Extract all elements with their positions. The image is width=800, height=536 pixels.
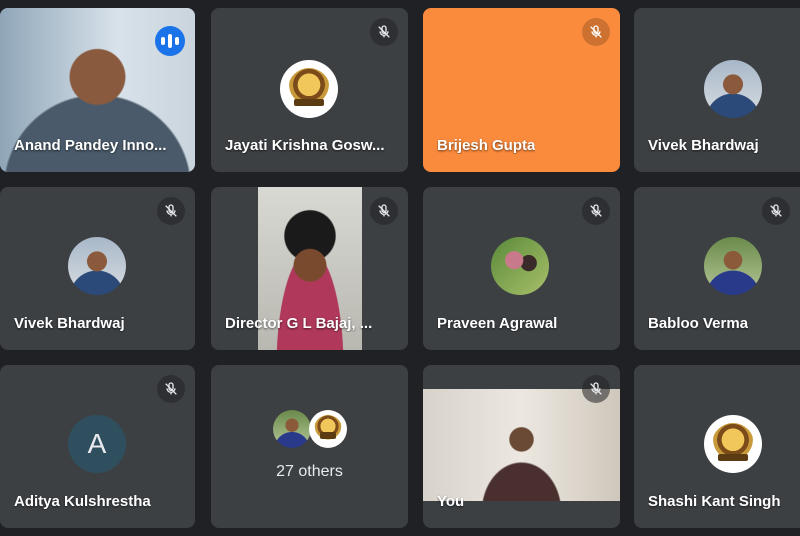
logo-seal bbox=[712, 423, 754, 465]
participant-name: You bbox=[437, 493, 465, 510]
participant-tile-shashi[interactable]: Shashi Kant Singh bbox=[634, 365, 800, 528]
participant-name: Shashi Kant Singh bbox=[648, 493, 781, 510]
participant-tile-jayati[interactable]: Jayati Krishna Gosw... bbox=[211, 8, 408, 172]
participant-tile-babloo[interactable]: Babloo Verma bbox=[634, 187, 800, 350]
participant-name: Jayati Krishna Gosw... bbox=[225, 137, 385, 154]
avatar bbox=[491, 237, 549, 295]
participant-name: Vivek Bhardwaj bbox=[648, 137, 759, 154]
participant-tile-director[interactable]: Director G L Bajaj, ... bbox=[211, 187, 408, 350]
mic-off-icon bbox=[582, 375, 610, 403]
avatar bbox=[309, 410, 347, 448]
participant-tile-vivek-1[interactable]: Vivek Bhardwaj bbox=[634, 8, 800, 172]
mic-off-icon bbox=[370, 197, 398, 225]
participant-name: Anand Pandey Inno... bbox=[14, 137, 167, 154]
mic-off-icon bbox=[157, 375, 185, 403]
logo-seal bbox=[288, 68, 330, 110]
participant-name: Praveen Agrawal bbox=[437, 315, 558, 332]
participant-tile-you[interactable]: You bbox=[423, 365, 620, 528]
participant-tile-brijesh[interactable]: Brijesh Gupta bbox=[423, 8, 620, 172]
mic-off-icon bbox=[582, 18, 610, 46]
participant-name: Director G L Bajaj, ... bbox=[225, 315, 373, 332]
avatar bbox=[273, 410, 311, 448]
others-tile[interactable]: 27 others bbox=[211, 365, 408, 528]
participant-grid: Anand Pandey Inno... Jayati Krishna Gosw… bbox=[0, 0, 800, 536]
participant-name: Babloo Verma bbox=[648, 315, 749, 332]
logo-seal bbox=[314, 415, 342, 443]
avatar bbox=[704, 415, 762, 473]
avatar-initial: A bbox=[68, 415, 126, 473]
others-count: 27 others bbox=[276, 463, 343, 480]
audio-levels-icon bbox=[155, 26, 185, 56]
participant-name: Vivek Bhardwaj bbox=[14, 315, 125, 332]
participant-tile-vivek-2[interactable]: Vivek Bhardwaj bbox=[0, 187, 195, 350]
avatar bbox=[704, 237, 762, 295]
mic-off-icon bbox=[370, 18, 398, 46]
participant-tile-anand-pandey[interactable]: Anand Pandey Inno... bbox=[0, 8, 195, 172]
participant-name: Brijesh Gupta bbox=[437, 137, 536, 154]
participant-video bbox=[423, 389, 620, 501]
mic-off-icon bbox=[582, 197, 610, 225]
avatar bbox=[68, 237, 126, 295]
participant-name: Aditya Kulshrestha bbox=[14, 493, 151, 510]
mic-off-icon bbox=[762, 197, 790, 225]
avatar bbox=[704, 60, 762, 118]
participant-tile-aditya[interactable]: A Aditya Kulshrestha bbox=[0, 365, 195, 528]
mic-off-icon bbox=[157, 197, 185, 225]
participant-tile-praveen[interactable]: Praveen Agrawal bbox=[423, 187, 620, 350]
avatar bbox=[280, 60, 338, 118]
